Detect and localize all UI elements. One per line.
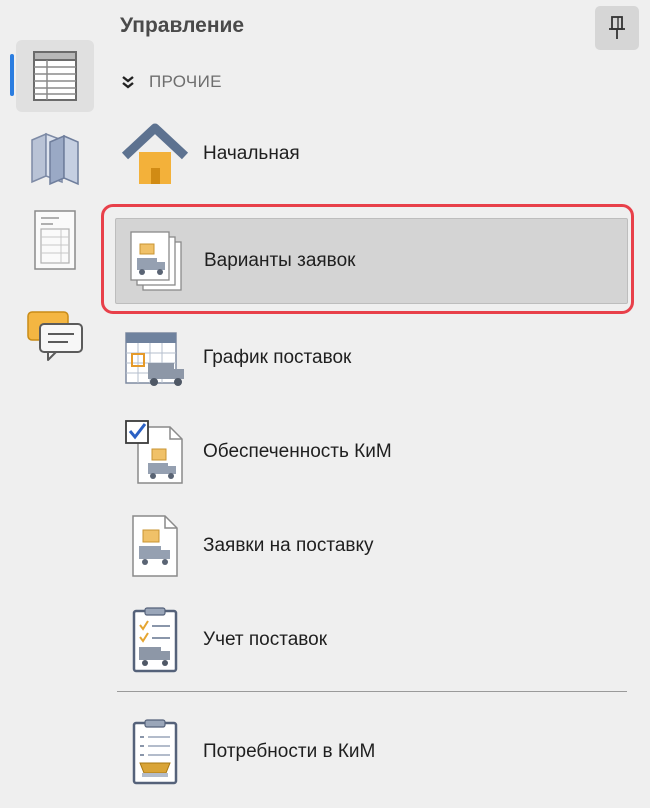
nav-item-supply-requests[interactable]: Заявки на поставку: [115, 504, 626, 588]
panel-title: Управление: [120, 14, 245, 37]
rail-button-document[interactable]: [16, 204, 94, 276]
home-icon: [122, 123, 188, 184]
nav-item-request-variants[interactable]: Варианты заявок: [115, 218, 628, 304]
nav-item-label: Обеспеченность КиМ: [203, 441, 392, 462]
nav-item-label: Учет поставок: [203, 629, 328, 650]
delivery-accounting-icon: [132, 607, 178, 673]
books-icon: [31, 132, 79, 186]
nav-item-label: Начальная: [203, 143, 300, 164]
double-chevron-down-icon: [122, 76, 134, 89]
nav-item-label: Потребности в КиМ: [203, 741, 376, 762]
nav-item-home[interactable]: Начальная: [115, 112, 626, 196]
document-icon: [34, 210, 76, 270]
nav-item-label: График поставок: [203, 347, 352, 368]
rail-active-indicator: [10, 54, 14, 96]
needs-icon: [132, 719, 178, 785]
nav-item-needs[interactable]: Потребности в КиМ: [115, 710, 626, 794]
nav-item-delivery-accounting[interactable]: Учет поставок: [115, 598, 626, 682]
supply-coverage-icon: [125, 420, 183, 484]
table-icon: [33, 51, 77, 101]
nav-item-supply-coverage[interactable]: Обеспеченность КиМ: [115, 410, 626, 494]
divider: [117, 691, 627, 692]
delivery-schedule-icon: [125, 332, 184, 386]
request-variants-icon: [130, 231, 182, 291]
chat-icon: [27, 311, 83, 361]
nav-item-label: Заявки на поставку: [203, 535, 374, 556]
section-header[interactable]: ПРОЧИЕ: [121, 68, 222, 96]
left-rail: [0, 0, 104, 808]
section-label: ПРОЧИЕ: [149, 72, 222, 91]
rail-button-table[interactable]: [16, 40, 94, 112]
rail-button-books[interactable]: [16, 122, 94, 194]
nav-item-delivery-schedule[interactable]: График поставок: [115, 316, 626, 400]
pin-icon: [609, 16, 625, 39]
supply-requests-icon: [132, 515, 178, 577]
pin-button[interactable]: [595, 6, 639, 50]
nav-item-label: Варианты заявок: [204, 250, 356, 271]
rail-button-chat[interactable]: [16, 300, 94, 372]
